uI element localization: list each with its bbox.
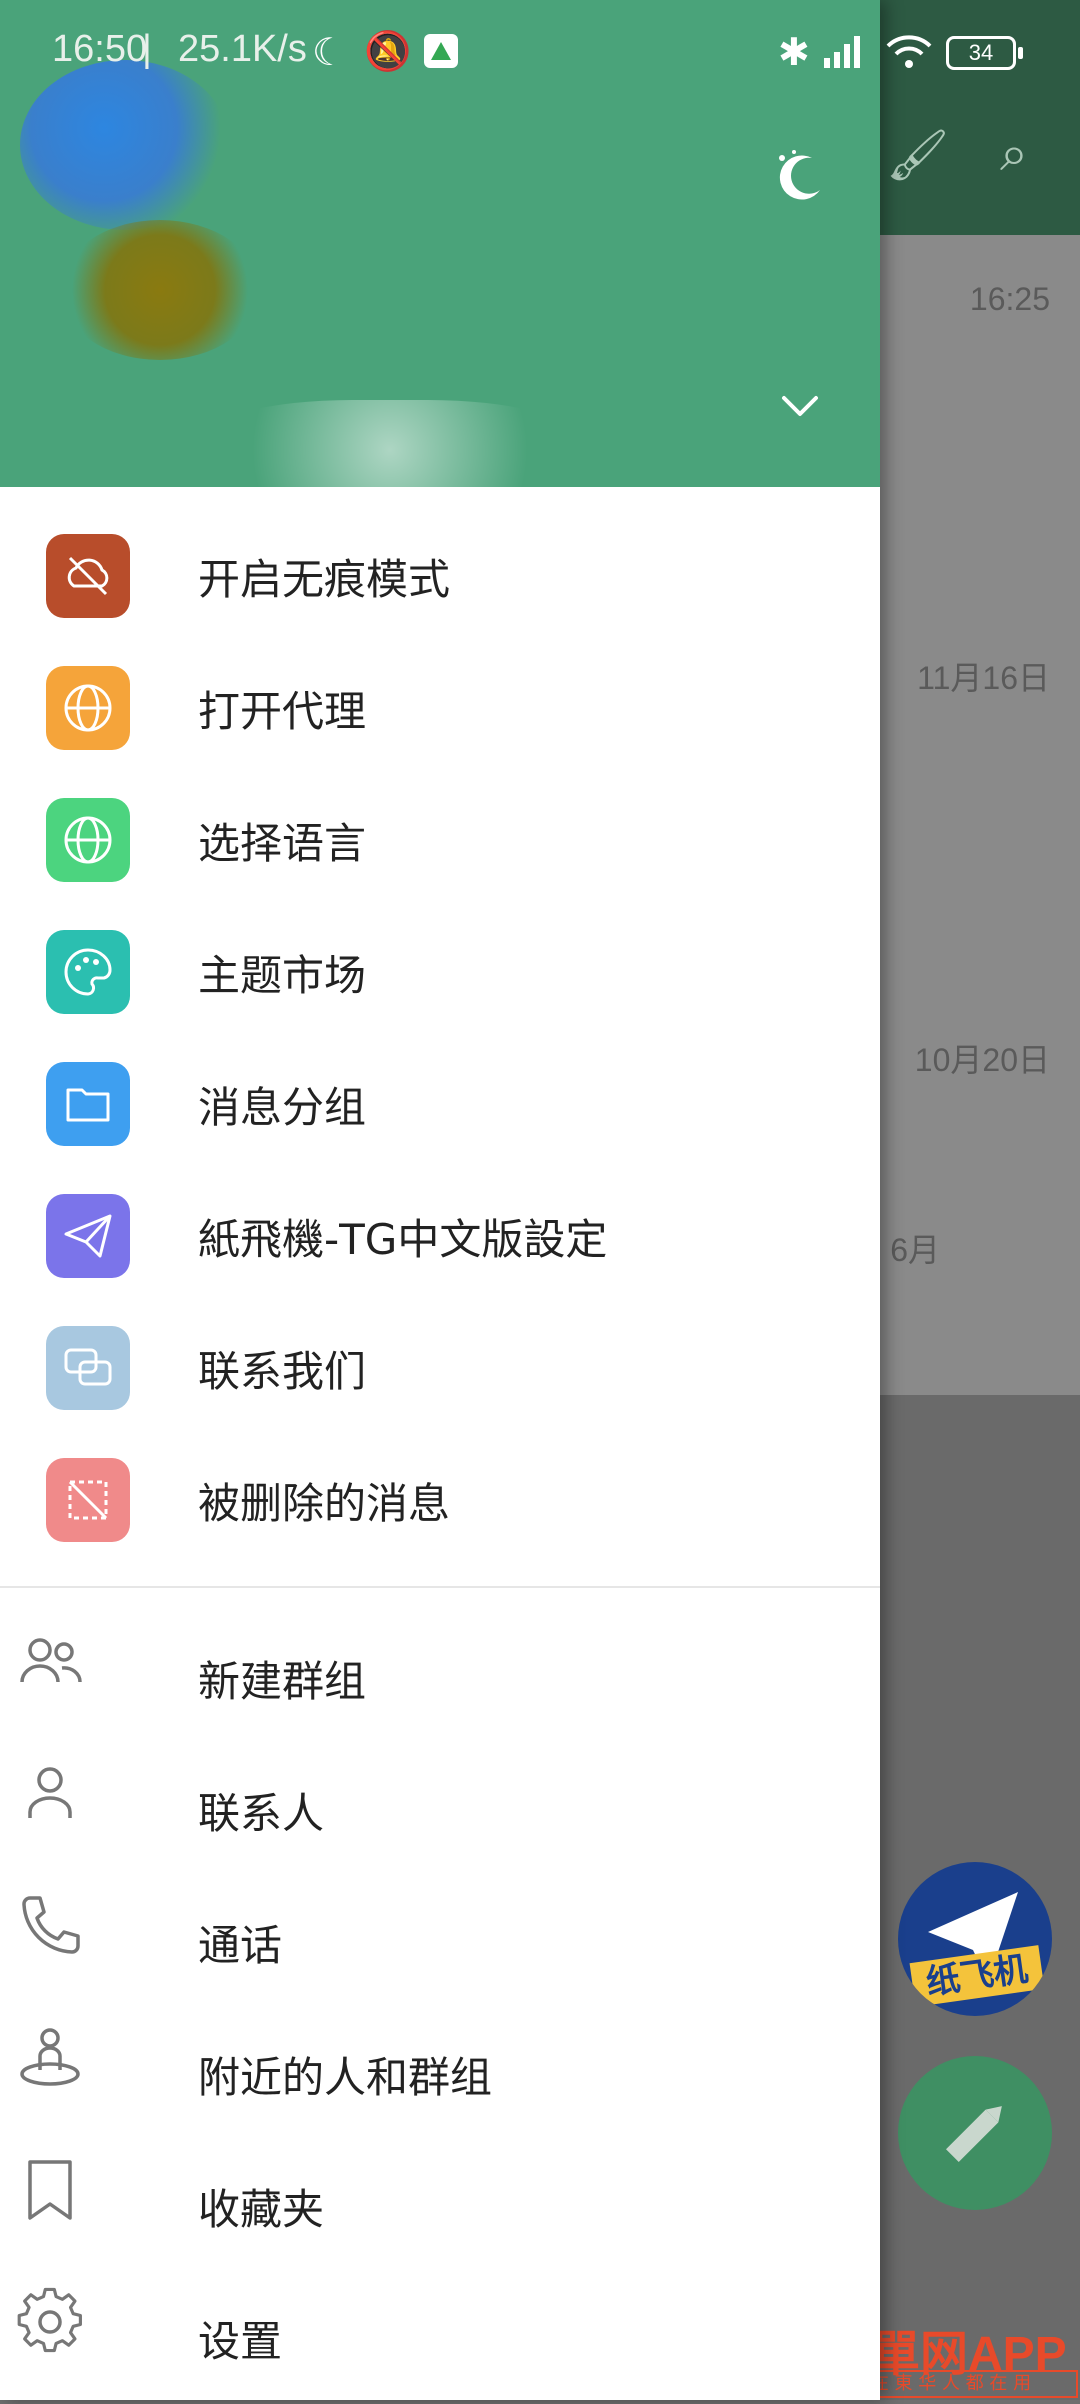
language-globe-icon (46, 798, 130, 882)
wifi-icon (886, 35, 932, 68)
menu-item-settings[interactable]: 设置 (0, 2272, 880, 2404)
header-olive-splash (60, 220, 260, 360)
mute-icon: 🔕 (364, 31, 412, 73)
menu-item-label: 通话 (198, 1921, 283, 1970)
proxy-globe-icon (46, 666, 130, 750)
menu-item-label: 附近的人和群组 (198, 2053, 493, 2102)
pencil-icon (946, 2106, 1002, 2162)
header-white-splash (200, 400, 580, 487)
gear-icon (17, 2287, 82, 2353)
menu-item-tg-settings[interactable]: 紙飛機-TG中文版設定 (0, 1170, 880, 1302)
chat-time: 11月16日 (917, 660, 1050, 696)
incognito-cloud-icon (46, 534, 130, 618)
compose-fab[interactable] (898, 2056, 1052, 2210)
menu-item-label: 消息分组 (198, 1083, 367, 1132)
navigation-drawer: 开启无痕模式 打开代理 选择语言 主题市场 消息分组 紙飛機-TG中文版設定 联… (0, 0, 880, 2400)
menu-item-saved[interactable]: 收藏夹 (0, 2140, 880, 2272)
menu-item-label: 联系人 (198, 1789, 325, 1838)
brush-icon[interactable]: 🖌 (886, 126, 949, 185)
menu-item-label: 设置 (198, 2317, 283, 2366)
menu-divider (0, 1586, 880, 1588)
signal-hd-icon (824, 36, 860, 68)
phone-icon (22, 1896, 80, 1954)
chat-bubbles-icon (46, 1326, 130, 1410)
chat-time: 10月20日 (914, 1042, 1050, 1078)
menu-item-label: 主题市场 (198, 951, 367, 1000)
menu-item-label: 联系我们 (198, 1347, 367, 1396)
menu-item-label: 开启无痕模式 (198, 555, 451, 604)
night-mode-moon-icon[interactable] (772, 148, 830, 206)
status-net-speed: 25.1K/s (178, 28, 307, 70)
bookmark-icon (28, 2160, 72, 2220)
menu-item-label: 被删除的消息 (198, 1479, 451, 1528)
status-time: 16:50 (52, 28, 148, 70)
expand-accounts-chevron-icon[interactable] (780, 386, 820, 426)
brand-fab[interactable]: 纸飞机 (898, 1862, 1052, 2016)
menu-item-label: 紙飛機-TG中文版設定 (198, 1215, 608, 1264)
menu-item-calls[interactable]: 通话 (0, 1876, 880, 2008)
menu-item-deleted-messages[interactable]: 被删除的消息 (0, 1434, 880, 1566)
palette-icon (46, 930, 130, 1014)
nearby-icon (20, 2028, 80, 2086)
menu-item-language[interactable]: 选择语言 (0, 774, 880, 906)
bluetooth-icon: ✱ (778, 32, 810, 74)
group-icon (20, 1638, 82, 1683)
menu-item-label: 收藏夹 (198, 2185, 325, 2234)
paper-plane-icon (46, 1194, 130, 1278)
menu-item-proxy[interactable]: 打开代理 (0, 642, 880, 774)
status-bar: 16:50 | 25.1K/s ☾ 🔕 ✱ 34 (0, 0, 1080, 100)
menu-item-label: 选择语言 (198, 819, 367, 868)
moon-icon: ☾ (312, 32, 347, 74)
person-icon (28, 1767, 72, 1818)
deleted-message-icon (46, 1458, 130, 1542)
menu-item-label: 打开代理 (198, 687, 367, 736)
menu-item-folders[interactable]: 消息分组 (0, 1038, 880, 1170)
chat-time: 16:25 (969, 281, 1050, 317)
menu-item-contact-us[interactable]: 联系我们 (0, 1302, 880, 1434)
menu-item-nearby[interactable]: 附近的人和群组 (0, 2008, 880, 2140)
menu-item-themes[interactable]: 主题市场 (0, 906, 880, 1038)
search-icon[interactable]: ⌕ (1000, 124, 1028, 183)
chat-time: 6月 (890, 1232, 940, 1268)
drive-icon (424, 34, 458, 68)
menu-item-label: 新建群组 (198, 1657, 367, 1706)
menu-item-incognito[interactable]: 开启无痕模式 (0, 510, 880, 642)
status-separator: | (142, 28, 152, 70)
menu-item-contacts[interactable]: 联系人 (0, 1744, 880, 1876)
battery-icon: 34 (946, 36, 1023, 70)
menu-item-new-group[interactable]: 新建群组 (0, 1612, 880, 1744)
folder-icon (46, 1062, 130, 1146)
